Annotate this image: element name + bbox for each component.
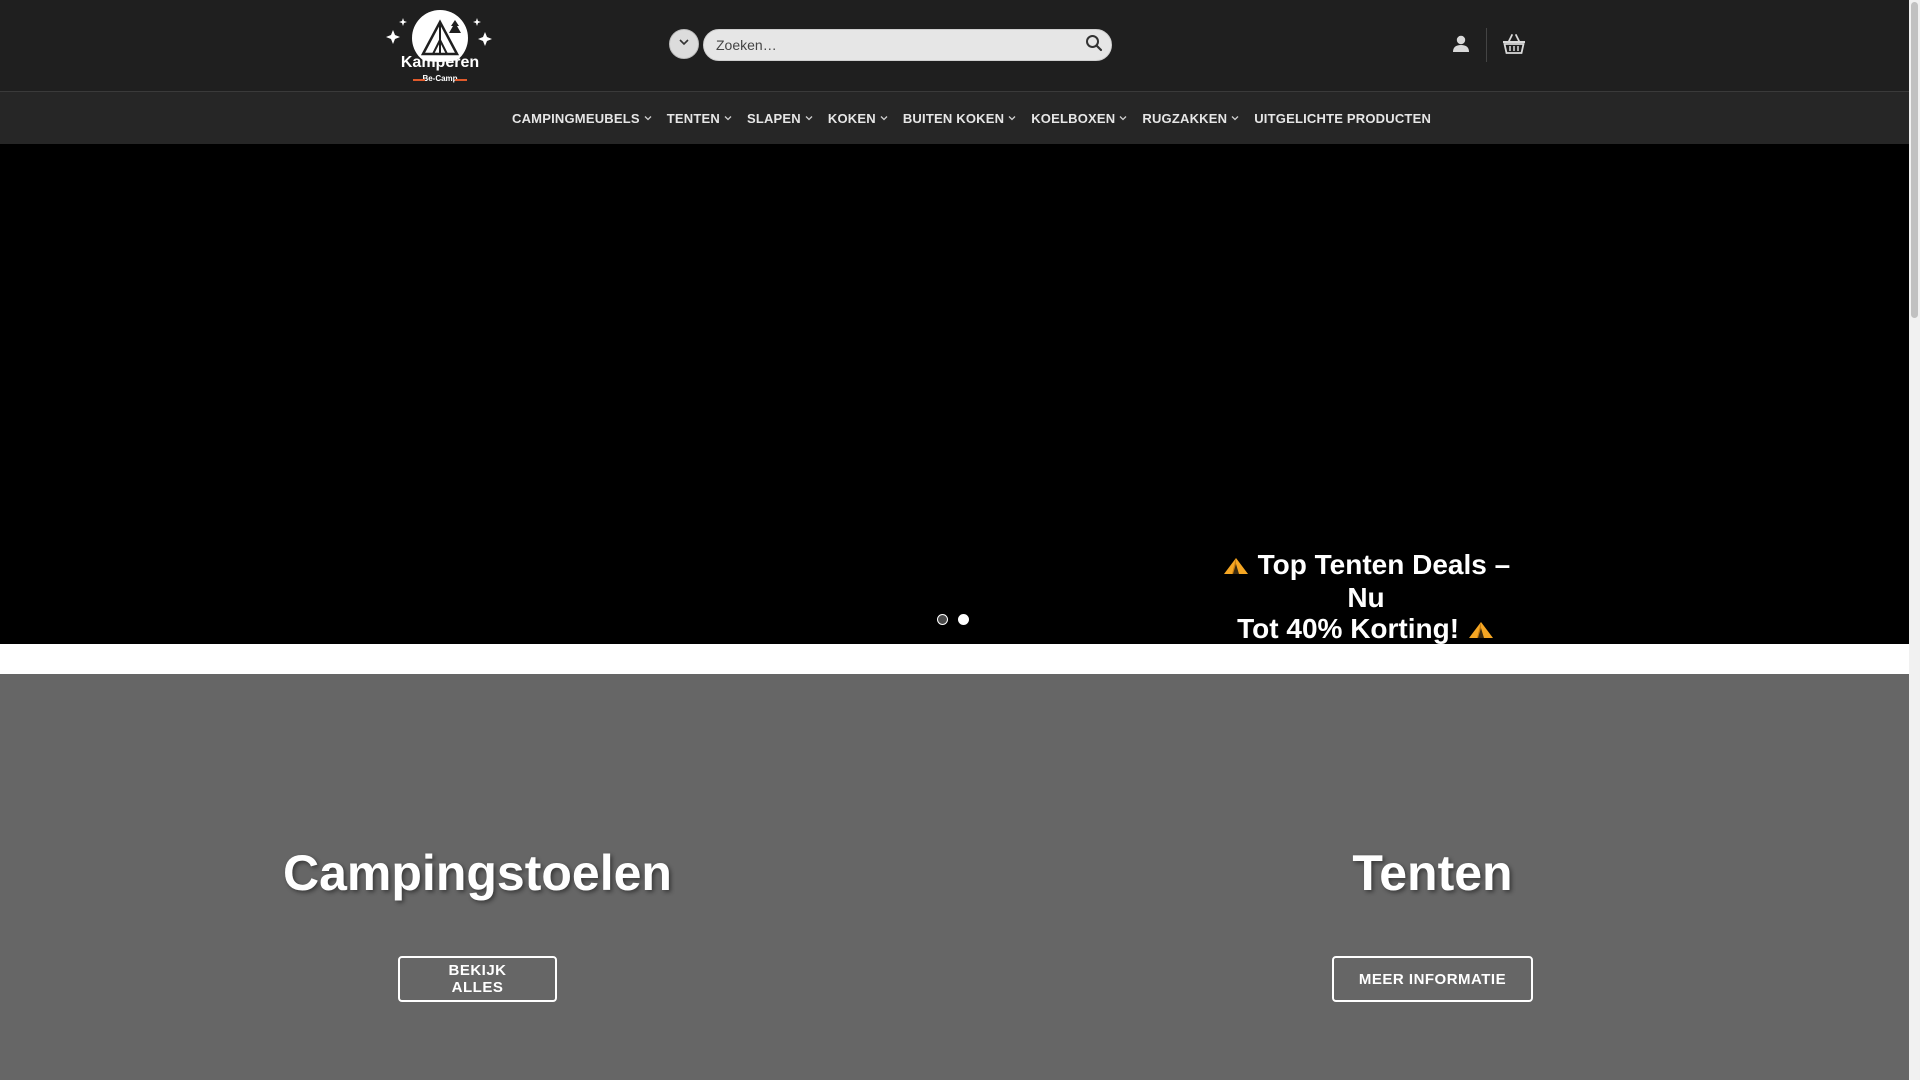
tent-icon [1467, 615, 1495, 646]
slider-pagination [937, 614, 969, 625]
main-navigation-bar: CAMPINGMEUBELS TENTEN SLAPEN KOKEN BUITEN KO… [0, 91, 1909, 144]
category-banners: Campingstoelen BEKIJK ALLES Tenten MEER … [0, 674, 1909, 1080]
account-button[interactable] [1448, 33, 1474, 59]
search-category-dropdown[interactable] [669, 29, 699, 59]
chevron-down-icon [643, 113, 653, 123]
user-icon [1451, 34, 1471, 59]
chevron-down-icon [1007, 113, 1017, 123]
nav-item-slapen[interactable]: SLAPEN [747, 111, 814, 126]
search-submit-button[interactable] [1082, 33, 1106, 57]
hero-headline: Top Tenten Deals – Nu Tot 40% Korting! [1200, 549, 1532, 646]
hero-line-1: Top Tenten Deals – Nu [1257, 549, 1511, 613]
basket-icon [1502, 33, 1526, 60]
nav-item-label: CAMPINGMEUBELS [512, 110, 640, 126]
cart-button[interactable] [1499, 32, 1529, 60]
nav-item-label: KOKEN [827, 110, 876, 126]
nav-item-buiten-koken[interactable]: BUITEN KOKEN [903, 111, 1017, 126]
nav-item-koelboxen[interactable]: KOELBOXEN [1031, 111, 1128, 126]
slider-dot-2[interactable] [958, 614, 969, 625]
search-icon [1085, 34, 1103, 57]
slider-dot-1[interactable] [937, 614, 948, 625]
category-title-tenten: Tenten [1352, 845, 1513, 901]
chevron-down-icon [723, 113, 733, 123]
chevron-down-icon [804, 113, 814, 123]
tent-icon [1222, 551, 1250, 582]
nav-item-label: UITGELICHTE PRODUCTEN [1254, 110, 1432, 126]
logo-subtext: Be-Camp [422, 74, 457, 83]
hero-slider[interactable]: Top Tenten Deals – Nu Tot 40% Korting! [0, 144, 1909, 644]
nav-item-label: SLAPEN [746, 110, 801, 126]
nav-item-label: TENTEN [666, 110, 720, 126]
scrollbar-thumb[interactable] [1911, 2, 1918, 318]
search-input[interactable] [703, 29, 1112, 61]
category-title-campingstoelen: Campingstoelen [283, 845, 672, 901]
nav-item-uitgelichte-producten[interactable]: UITGELICHTE PRODUCTEN [1254, 111, 1431, 126]
nav-item-tenten[interactable]: TENTEN [667, 111, 733, 126]
nav-item-label: RUGZAKKEN [1142, 110, 1228, 126]
header-divider [1486, 28, 1487, 62]
nav-item-label: BUITEN KOKEN [902, 110, 1005, 126]
meer-informatie-button[interactable]: MEER INFORMATIE [1332, 956, 1533, 1002]
chevron-down-icon [1118, 113, 1128, 123]
chevron-down-icon [678, 35, 690, 53]
header-top: Kamperen Be-Camp [0, 0, 1909, 91]
bekijk-alles-button[interactable]: BEKIJK ALLES [398, 956, 557, 1002]
hero-line-2: Tot 40% Korting! [1237, 613, 1460, 644]
main-navigation: CAMPINGMEUBELS TENTEN SLAPEN KOKEN BUITEN KO… [512, 92, 1445, 144]
nav-item-label: KOELBOXEN [1031, 110, 1116, 126]
site-logo[interactable]: Kamperen Be-Camp [385, 6, 495, 86]
nav-item-rugzakken[interactable]: RUGZAKKEN [1142, 111, 1240, 126]
nav-item-campingmeubels[interactable]: CAMPINGMEUBELS [512, 111, 653, 126]
chevron-down-icon [1230, 113, 1240, 123]
chevron-down-icon [879, 113, 889, 123]
nav-item-koken[interactable]: KOKEN [828, 111, 889, 126]
logo-text: Kamperen [401, 54, 479, 71]
page-scrollbar[interactable] [1909, 0, 1920, 1080]
